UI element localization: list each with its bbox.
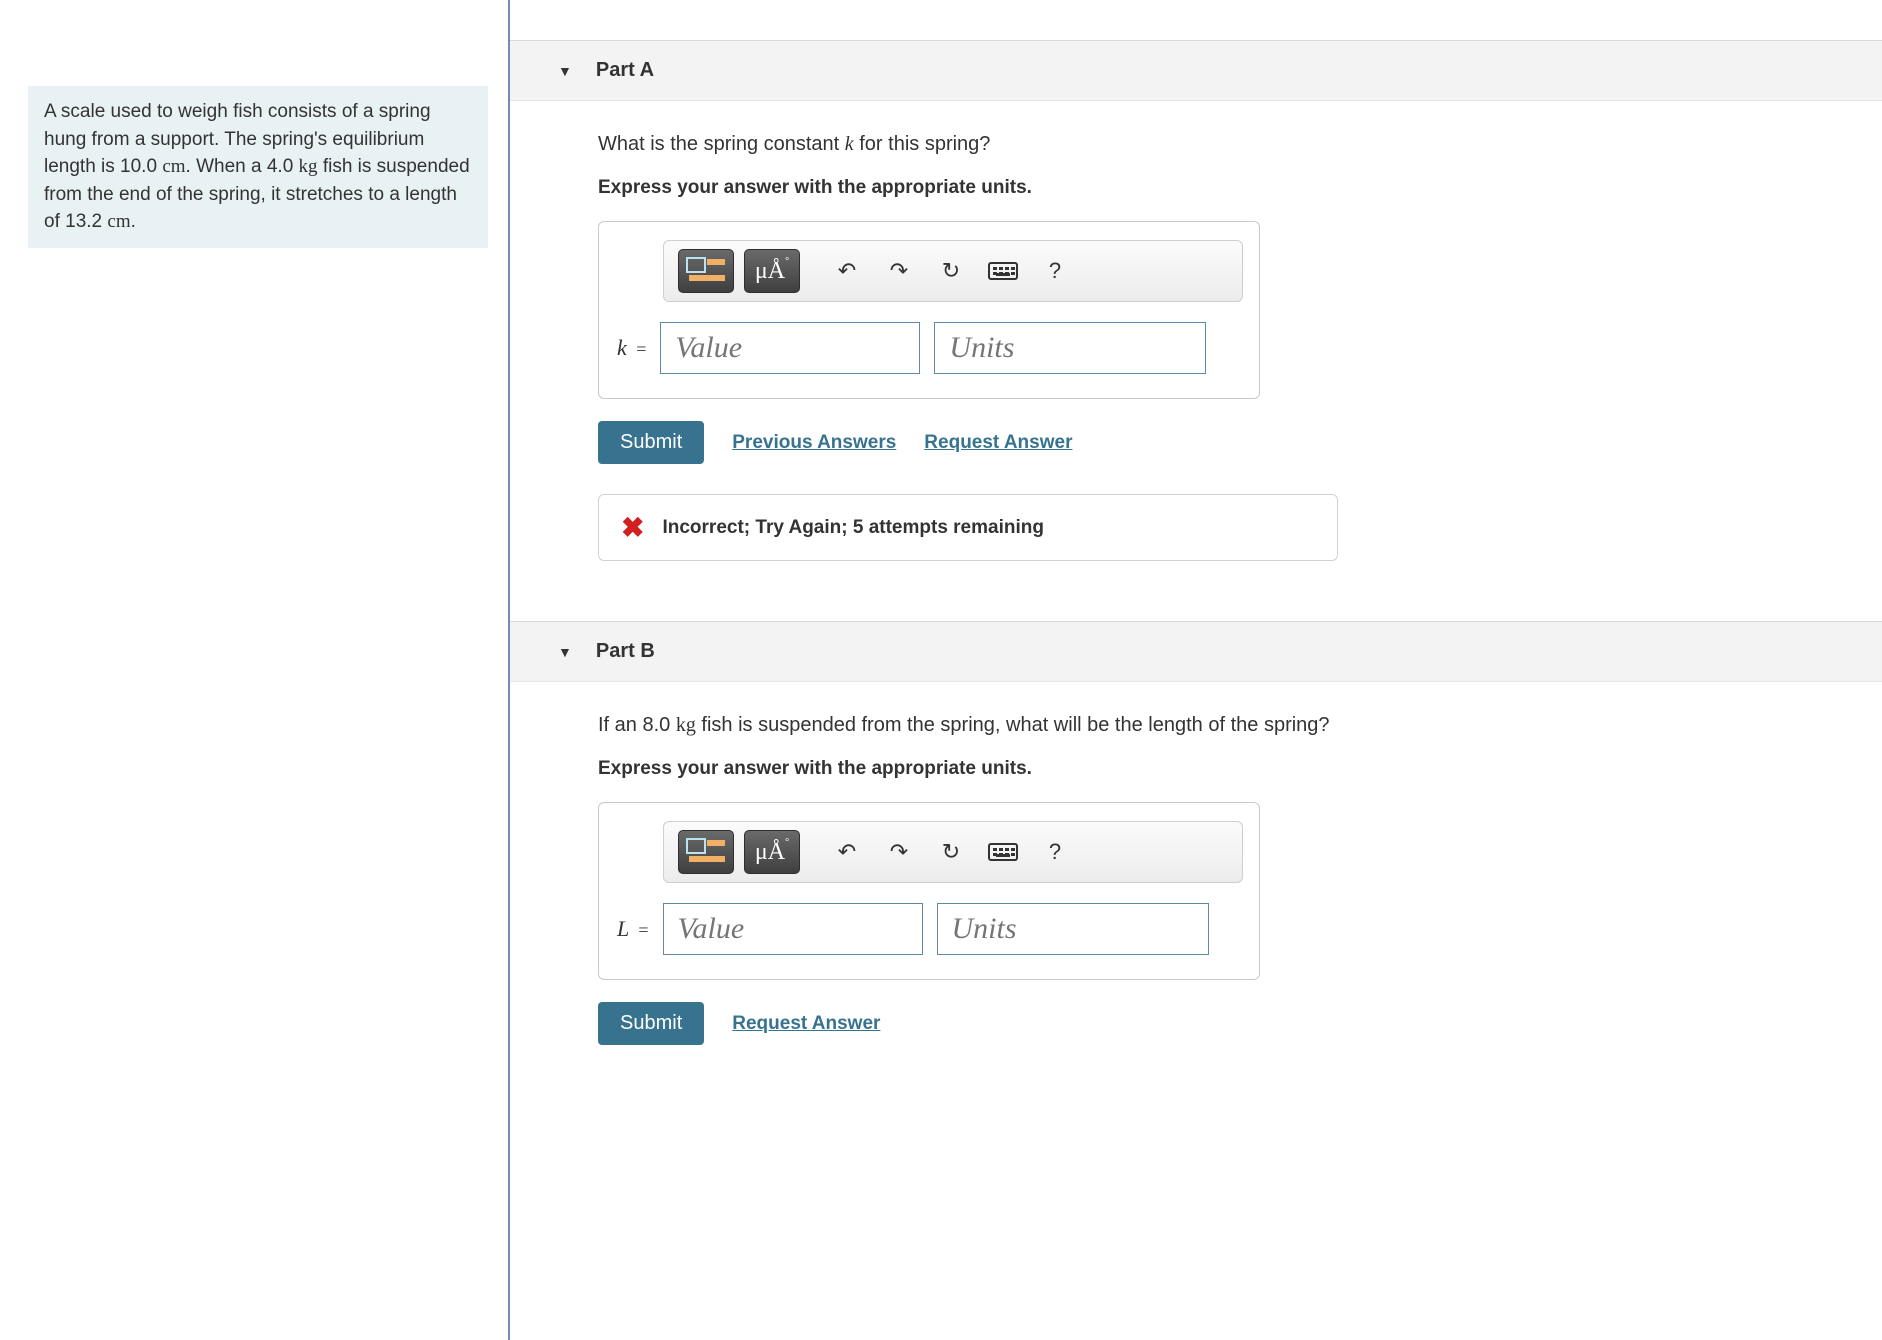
part-b-submit-button[interactable]: Submit bbox=[598, 1002, 704, 1045]
caret-down-icon: ▼ bbox=[558, 644, 572, 660]
part-a-units-input[interactable] bbox=[934, 322, 1206, 374]
part-b-answer-panel: μÅ° ↶ ↷ ↻ ? L = bbox=[598, 802, 1260, 980]
reset-icon[interactable]: ↻ bbox=[930, 832, 972, 872]
part-a-variable-label: k = bbox=[617, 335, 646, 361]
part-a-feedback: ✖ Incorrect; Try Again; 5 attempts remai… bbox=[598, 494, 1338, 561]
answer-toolbar: μÅ° ↶ ↷ ↻ ? bbox=[663, 821, 1243, 883]
caret-down-icon: ▼ bbox=[558, 63, 572, 79]
reset-icon[interactable]: ↻ bbox=[930, 251, 972, 291]
part-a-feedback-message: Incorrect; Try Again; 5 attempts remaini… bbox=[662, 517, 1044, 539]
part-a-request-answer-link[interactable]: Request Answer bbox=[924, 432, 1072, 454]
part-a-value-input[interactable] bbox=[660, 322, 920, 374]
part-a-previous-answers-link[interactable]: Previous Answers bbox=[732, 432, 896, 454]
templates-icon[interactable] bbox=[678, 830, 734, 874]
keyboard-icon[interactable] bbox=[982, 832, 1024, 872]
part-b-variable-label: L = bbox=[617, 916, 649, 942]
part-a-title: Part A bbox=[596, 59, 654, 82]
part-b-instruction: Express your answer with the appropriate… bbox=[598, 758, 1862, 780]
part-b-header[interactable]: ▼ Part B bbox=[510, 621, 1882, 682]
redo-icon[interactable]: ↷ bbox=[878, 251, 920, 291]
part-b-value-input[interactable] bbox=[663, 903, 923, 955]
part-a-question: What is the spring constant k for this s… bbox=[598, 129, 1862, 159]
part-a-answer-panel: μÅ° ↶ ↷ ↻ ? k = bbox=[598, 221, 1260, 399]
templates-icon[interactable] bbox=[678, 249, 734, 293]
keyboard-icon[interactable] bbox=[982, 251, 1024, 291]
units-mode-button[interactable]: μÅ° bbox=[744, 830, 800, 874]
part-b-question: If an 8.0 kg fish is suspended from the … bbox=[598, 710, 1862, 740]
part-a-header[interactable]: ▼ Part A bbox=[510, 40, 1882, 101]
part-b-title: Part B bbox=[596, 640, 655, 663]
redo-icon[interactable]: ↷ bbox=[878, 832, 920, 872]
units-mode-button[interactable]: μÅ° bbox=[744, 249, 800, 293]
incorrect-x-icon: ✖ bbox=[621, 511, 644, 544]
problem-statement: A scale used to weigh fish consists of a… bbox=[28, 86, 488, 248]
help-icon[interactable]: ? bbox=[1034, 251, 1076, 291]
part-a-instruction: Express your answer with the appropriate… bbox=[598, 177, 1862, 199]
part-b-units-input[interactable] bbox=[937, 903, 1209, 955]
answer-toolbar: μÅ° ↶ ↷ ↻ ? bbox=[663, 240, 1243, 302]
undo-icon[interactable]: ↶ bbox=[826, 832, 868, 872]
part-a-submit-button[interactable]: Submit bbox=[598, 421, 704, 464]
part-b-request-answer-link[interactable]: Request Answer bbox=[732, 1013, 880, 1035]
undo-icon[interactable]: ↶ bbox=[826, 251, 868, 291]
help-icon[interactable]: ? bbox=[1034, 832, 1076, 872]
